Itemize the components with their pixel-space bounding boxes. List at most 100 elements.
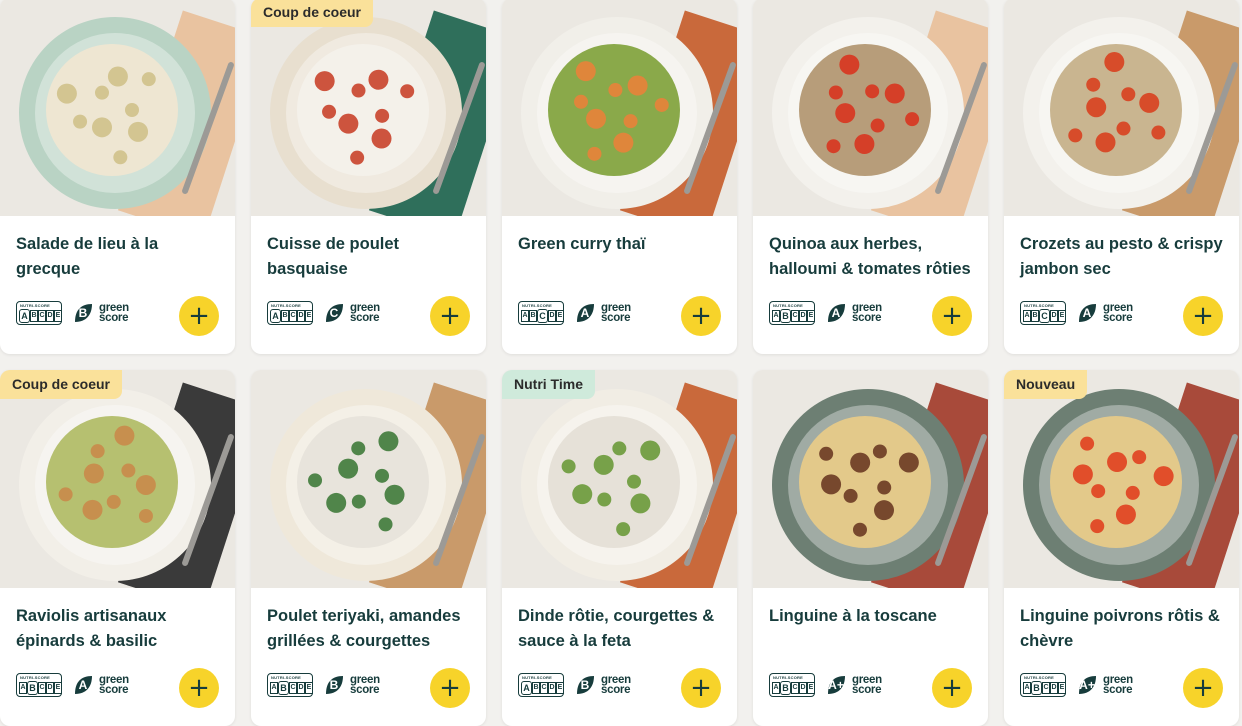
recipe-card[interactable]: Salade de lieu à la grecque NUTRI-SCORE A B… xyxy=(0,0,235,354)
green-score-label-line2: score xyxy=(99,684,129,696)
add-recipe-button[interactable]: + xyxy=(681,296,721,336)
food-detail xyxy=(375,108,390,123)
food-detail xyxy=(125,103,139,117)
recipe-card[interactable]: Nutri Time Dinde rôtie, courgettes & sauc… xyxy=(502,370,737,726)
recipe-photo[interactable]: Nutri Time xyxy=(502,370,737,588)
green-score-grade: A xyxy=(580,306,590,320)
food-detail xyxy=(138,508,153,523)
recipe-photo[interactable] xyxy=(251,370,486,588)
score-badges: NUTRI-SCORE A B C D E A+ green score xyxy=(1020,673,1133,697)
recipe-photo[interactable] xyxy=(1004,0,1239,216)
nutri-score-letter: E xyxy=(556,310,564,322)
add-recipe-button[interactable]: + xyxy=(430,296,470,336)
nutri-score-letter: D xyxy=(799,310,807,322)
plus-icon: + xyxy=(941,301,963,331)
recipe-card[interactable]: Poulet teriyaki, amandes grillées & cour… xyxy=(251,370,486,726)
food-detail xyxy=(874,500,895,521)
green-score-grade: B xyxy=(580,678,590,692)
nutri-score-letter: C xyxy=(791,682,799,694)
food-detail xyxy=(613,132,634,153)
recipe-photo[interactable] xyxy=(753,370,988,588)
nutri-score-letter: D xyxy=(46,682,54,694)
recipe-title[interactable]: Crozets au pesto & crispy jambon sec xyxy=(1020,232,1227,282)
recipe-card[interactable]: Green curry thaï NUTRI-SCORE A B C D E Agreen sc… xyxy=(502,0,737,354)
recipe-card[interactable]: Coup de coeur Raviolis artisanaux épinard… xyxy=(0,370,235,726)
green-score-label: green score xyxy=(99,302,129,324)
recipe-title[interactable]: Dinde rôtie, courgettes & sauce à la fet… xyxy=(518,604,725,654)
recipe-card[interactable]: Nouveau Linguine poivrons rôtis & chèvre N… xyxy=(1004,370,1239,726)
recipe-title[interactable]: Salade de lieu à la grecque xyxy=(16,232,223,282)
nutri-score-letter: A xyxy=(270,309,281,323)
leaf-icon: A xyxy=(825,302,847,324)
recipe-photo[interactable] xyxy=(0,0,235,216)
food-detail xyxy=(640,440,661,461)
recipe-title[interactable]: Raviolis artisanaux épinards & basilic xyxy=(16,604,223,654)
plus-icon: + xyxy=(188,301,210,331)
food-detail xyxy=(1086,77,1101,92)
green-score-label-line2: score xyxy=(350,684,380,696)
add-recipe-button[interactable]: + xyxy=(430,668,470,708)
recipe-photo[interactable]: Coup de coeur xyxy=(0,370,235,588)
recipe-photo[interactable] xyxy=(502,0,737,216)
score-badges: NUTRI-SCORE A B C D E Agreen score xyxy=(16,673,129,697)
nutri-score-scale: ABCDE xyxy=(772,309,815,323)
nutri-score-label: NUTRI-SCORE xyxy=(522,675,552,680)
food-detail xyxy=(1104,52,1125,73)
green-score-label: green score xyxy=(601,302,631,324)
green-score-badge: Cgreen score xyxy=(323,302,380,324)
food-detail xyxy=(1125,485,1140,500)
food-detail xyxy=(1153,466,1174,487)
nutri-score-letter: B xyxy=(30,310,38,322)
recipe-title[interactable]: Quinoa aux herbes, halloumi & tomates rô… xyxy=(769,232,976,282)
nutri-score-label: NUTRI-SCORE xyxy=(522,303,552,308)
food-detail xyxy=(626,474,641,489)
food-detail xyxy=(898,452,919,473)
recipe-photo[interactable]: Nouveau xyxy=(1004,370,1239,588)
recipe-title[interactable]: Poulet teriyaki, amandes grillées & cour… xyxy=(267,604,474,654)
food-detail xyxy=(92,117,112,138)
nutri-score-letter: C xyxy=(38,682,46,694)
recipe-card[interactable]: Quinoa aux herbes, halloumi & tomates rô… xyxy=(753,0,988,354)
nutri-score-badge: NUTRI-SCORE A B C D E xyxy=(1020,673,1066,697)
nutri-score-letter: B xyxy=(780,681,791,695)
recipe-title[interactable]: Cuisse de poulet basquaise xyxy=(267,232,474,282)
add-recipe-button[interactable]: + xyxy=(932,668,972,708)
food-detail xyxy=(597,492,612,507)
food-detail xyxy=(843,488,858,503)
add-recipe-button[interactable]: + xyxy=(1183,668,1223,708)
recipe-tag: Nutri Time xyxy=(502,370,595,399)
add-recipe-button[interactable]: + xyxy=(932,296,972,336)
nutri-score-letter: C xyxy=(38,310,46,322)
recipe-title[interactable]: Green curry thaï xyxy=(518,232,725,257)
food-detail xyxy=(368,69,389,90)
nutri-score-letter: B xyxy=(281,310,289,322)
add-recipe-button[interactable]: + xyxy=(1183,296,1223,336)
add-recipe-button[interactable]: + xyxy=(681,668,721,708)
food-detail xyxy=(1151,125,1166,140)
food-detail xyxy=(141,72,156,87)
nutri-score-letter: E xyxy=(807,310,815,322)
food xyxy=(46,44,178,176)
green-score-label-line2: score xyxy=(350,312,380,324)
recipe-title[interactable]: Linguine poivrons rôtis & chèvre xyxy=(1020,604,1227,654)
recipe-title[interactable]: Linguine à la toscane xyxy=(769,604,976,629)
recipe-card[interactable]: Crozets au pesto & crispy jambon sec NUTR… xyxy=(1004,0,1239,354)
nutri-score-letter: C xyxy=(289,682,297,694)
plus-icon: + xyxy=(941,673,963,703)
green-score-badge: Bgreen score xyxy=(72,302,129,324)
recipe-card[interactable]: Linguine à la toscane NUTRI-SCORE A B C D E A+ g… xyxy=(753,370,988,726)
plus-icon: + xyxy=(188,673,210,703)
nutri-score-scale: ABCDE xyxy=(772,681,815,695)
recipe-photo[interactable]: Coup de coeur xyxy=(251,0,486,216)
food-detail xyxy=(623,114,638,129)
add-recipe-button[interactable]: + xyxy=(179,296,219,336)
recipe-photo[interactable] xyxy=(753,0,988,216)
food-detail xyxy=(828,85,843,100)
green-score-grade: A+ xyxy=(828,678,844,692)
nutri-score-letter: A xyxy=(772,310,780,322)
recipe-card[interactable]: Coup de coeur Cuisse de poulet basquaise N… xyxy=(251,0,486,354)
plus-icon: + xyxy=(439,301,461,331)
food-detail xyxy=(1068,128,1083,143)
nutri-score-letter: D xyxy=(297,682,305,694)
add-recipe-button[interactable]: + xyxy=(179,668,219,708)
